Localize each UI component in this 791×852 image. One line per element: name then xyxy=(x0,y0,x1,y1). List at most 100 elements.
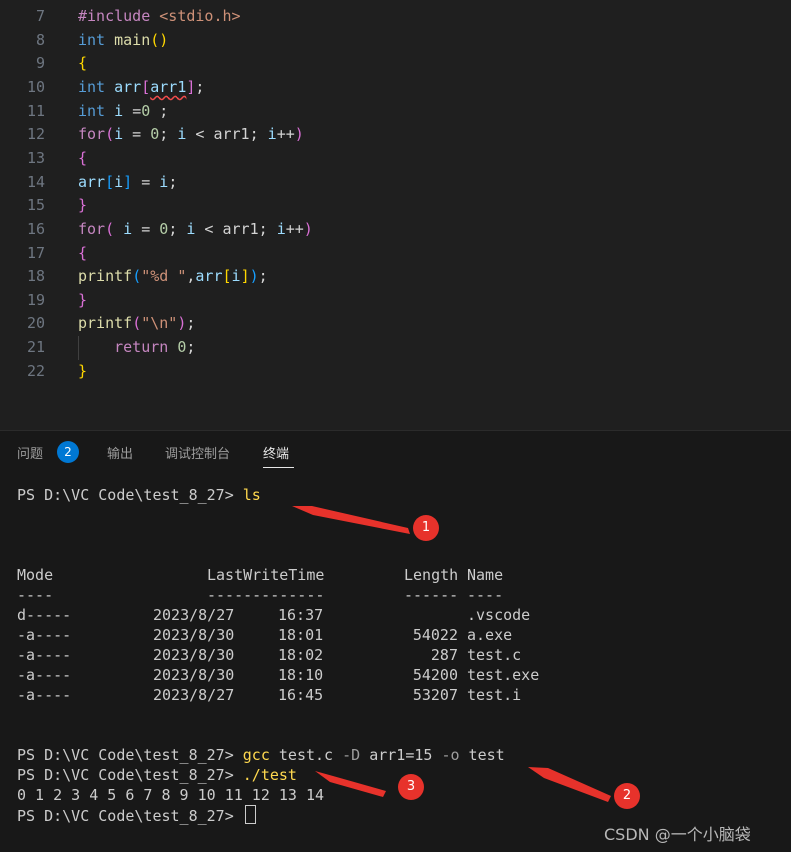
annotation-marker-2: 2 xyxy=(614,783,640,809)
line-number: 9 xyxy=(35,54,45,73)
file-mode: -a---- xyxy=(17,626,72,644)
line-number: 11 xyxy=(26,101,45,120)
file-time: 18:02 xyxy=(278,646,324,664)
terminal-line-run: PS D:\VC Code\test_8_27> ./test xyxy=(17,765,297,785)
file-length: 54200 xyxy=(412,666,458,684)
underline-mode: ---- xyxy=(17,586,54,604)
code-token: ) xyxy=(294,125,304,144)
file-mode: -a---- xyxy=(17,646,72,664)
file-date: 2023/8/27 xyxy=(153,686,235,704)
gcc-flag-define: -D xyxy=(342,746,361,764)
file-name: test.c xyxy=(467,646,522,664)
terminal-line-ls: PS D:\VC Code\test_8_27> ls xyxy=(17,485,261,505)
code-token: i xyxy=(123,219,133,238)
file-mode: d----- xyxy=(17,606,72,624)
underline-length: ------ xyxy=(404,586,459,604)
code-editor[interactable]: 7 #include <stdio.h> 8 int main() 9{10 int ar… xyxy=(0,0,791,430)
code-token: i xyxy=(114,125,124,144)
prompt: PS D:\VC Code\test_8_27> xyxy=(17,766,234,784)
code-token: <stdio.h> xyxy=(159,7,241,25)
code-token: ; xyxy=(258,267,268,286)
code-token: i xyxy=(114,101,133,120)
watermark: CSDN @一个小脑袋 xyxy=(604,825,751,844)
code-text: #include <stdio.h> xyxy=(78,4,241,28)
file-mode: -a---- xyxy=(17,666,72,684)
header-mode: Mode xyxy=(17,566,54,584)
command-ls: ls xyxy=(242,486,261,504)
tab-output[interactable]: 输出 xyxy=(107,443,133,462)
gcc-arg-macro: arr1=15 xyxy=(360,746,442,764)
code-token: () xyxy=(150,30,169,49)
code-token: ; xyxy=(159,125,178,144)
header-name: Name xyxy=(467,566,504,584)
tab-terminal[interactable]: 终端 xyxy=(263,443,289,462)
line-number: 15 xyxy=(26,196,45,215)
file-length: 287 xyxy=(430,646,458,664)
code-token: ( xyxy=(132,267,142,286)
code-token: ] xyxy=(123,172,133,191)
file-mode: -a---- xyxy=(17,686,72,704)
file-length: 54022 xyxy=(412,626,458,644)
code-token: ; xyxy=(186,338,196,357)
annotation-marker-1: 1 xyxy=(413,515,439,541)
code-token: 0 xyxy=(159,219,169,238)
code-text: for( i = 0; i < arr1; i++) xyxy=(78,217,313,241)
code-token: ) xyxy=(303,219,313,238)
code-token: [ xyxy=(222,267,232,286)
code-token: ) xyxy=(249,267,259,286)
code-token: } xyxy=(78,290,88,309)
code-token: ; xyxy=(150,101,169,120)
line-number: 19 xyxy=(26,290,45,309)
line-number: 16 xyxy=(26,219,45,238)
code-token: i xyxy=(276,219,286,238)
code-text: { xyxy=(78,241,87,265)
file-name: test.exe xyxy=(467,666,540,684)
code-token: i xyxy=(267,125,277,144)
file-time: 18:01 xyxy=(278,626,324,644)
code-token: for xyxy=(78,219,106,238)
code-token: { xyxy=(78,243,88,262)
code-text: { xyxy=(78,146,87,170)
terminal-line-gcc: PS D:\VC Code\test_8_27> gcc test.c -D a… xyxy=(17,745,505,765)
code-token: #include xyxy=(78,7,160,25)
file-time: 18:10 xyxy=(278,666,324,684)
code-token: ( xyxy=(105,219,115,238)
file-time: 16:37 xyxy=(278,606,324,624)
code-token: < arr1; xyxy=(186,125,268,144)
code-token: { xyxy=(78,54,88,73)
code-token: 0 xyxy=(141,101,151,120)
terminal-line-current[interactable]: PS D:\VC Code\test_8_27> xyxy=(17,805,256,826)
gcc-arg-outfile: test xyxy=(459,746,505,764)
line-number: 13 xyxy=(26,148,45,167)
tab-problems[interactable]: 问题 xyxy=(17,443,43,462)
code-token: i xyxy=(114,172,124,191)
tab-debug-console[interactable]: 调试控制台 xyxy=(165,443,230,462)
annotation-marker-3: 3 xyxy=(398,774,424,800)
file-date: 2023/8/30 xyxy=(153,666,235,684)
line-number: 7 xyxy=(35,7,45,25)
file-length: 53207 xyxy=(412,686,458,704)
code-token: { xyxy=(78,148,88,167)
command-gcc: gcc xyxy=(242,746,270,764)
indent-guide xyxy=(78,336,79,360)
problems-count-badge: 2 xyxy=(57,441,79,463)
command-run: ./test xyxy=(242,766,297,784)
code-text: printf("%d ",arr[i]); xyxy=(78,264,268,288)
code-token: [ xyxy=(105,172,115,191)
code-token: ; xyxy=(195,77,205,96)
code-token: 0 xyxy=(150,125,160,144)
code-text: int main() xyxy=(78,28,168,52)
code-token: "\n" xyxy=(141,314,178,333)
code-token: main xyxy=(114,30,151,49)
file-date: 2023/8/30 xyxy=(153,626,235,644)
code-token: [ xyxy=(141,77,151,96)
code-token: return xyxy=(114,338,178,357)
code-token: ; xyxy=(168,219,187,238)
code-token: arr xyxy=(114,77,142,96)
code-token: = xyxy=(132,101,142,120)
active-tab-indicator xyxy=(263,467,294,468)
code-token: ++ xyxy=(276,125,295,144)
file-date: 2023/8/27 xyxy=(153,606,235,624)
code-token: arr xyxy=(195,267,223,286)
